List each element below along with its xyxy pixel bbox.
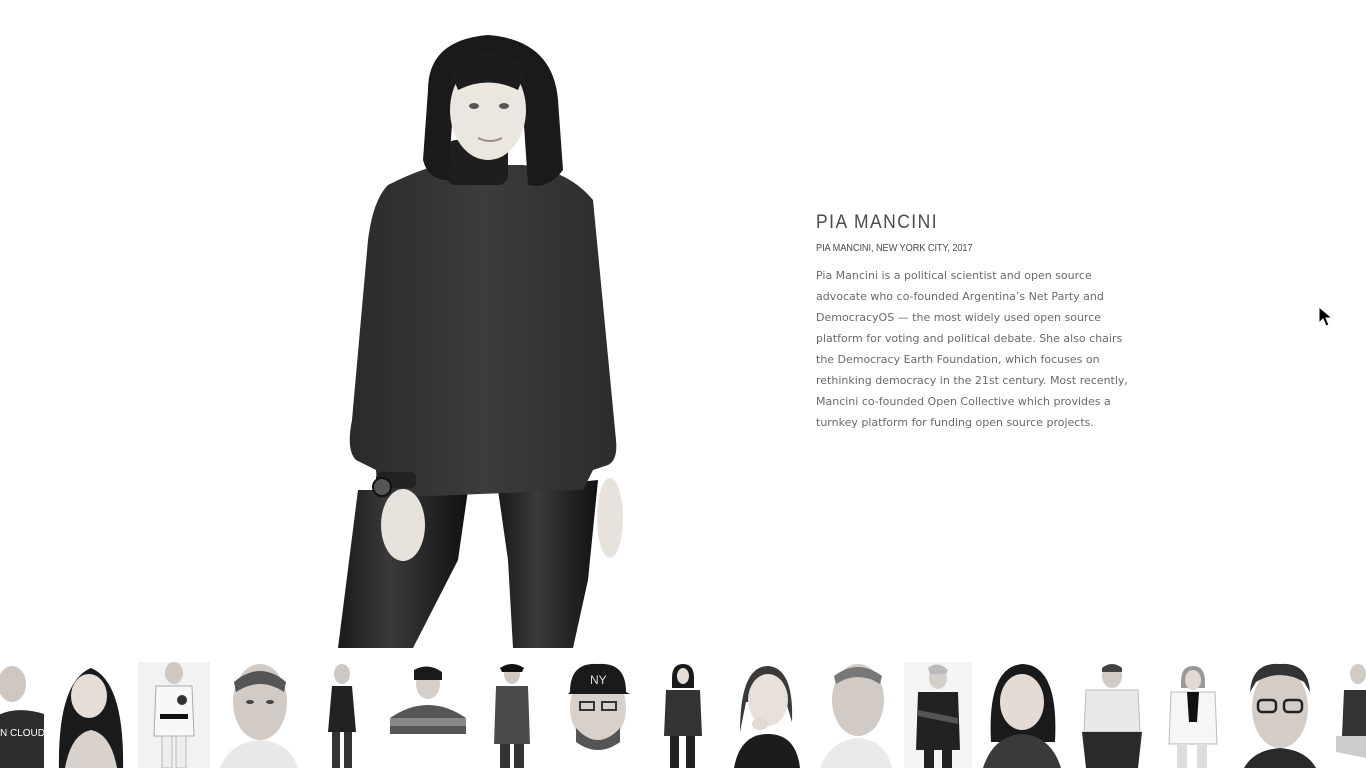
thumbnail-portrait[interactable] [388,662,468,768]
thumbnail-portrait[interactable] [490,662,534,768]
thumbnail-portrait[interactable] [983,662,1061,768]
thumbnail-portrait[interactable] [51,662,129,768]
thumbnail-portrait[interactable] [1165,662,1219,768]
photo-caption: PIA MANCINI, NEW YORK CITY, 2017 [816,242,973,254]
thumbnail-portrait[interactable] [904,662,972,768]
thumbnail-portrait[interactable] [322,662,362,768]
thumbnail-portrait[interactable] [658,662,708,768]
thumbnail-portrait[interactable]: N CLOUD [0,662,44,768]
thumbnail-portrait[interactable] [818,662,894,768]
portrait-image [338,35,623,648]
person-bio: Pia Mancini is a political scientist and… [816,269,1128,429]
thumbnail-shirt-text: N CLOUD [0,728,44,739]
thumbnail-portrait[interactable] [220,662,298,768]
thumbnail-portrait[interactable] [1336,662,1366,768]
thumbnail-portrait[interactable]: NY [560,662,638,768]
mouse-cursor-icon [1318,306,1334,327]
main-portrait [318,20,658,650]
thumbnail-portrait[interactable] [1242,662,1318,768]
profile-info: PIA MANCINI PIA MANCINI, NEW YORK CITY, … [816,212,1136,433]
thumbnail-portrait[interactable] [1078,662,1146,768]
thumbnail-portrait[interactable] [138,662,210,768]
portrait-thumbnail-strip[interactable]: N CLOUD NY [0,662,1366,768]
person-name: PIA MANCINI [816,212,939,233]
svg-text:NY: NY [590,673,607,687]
thumbnail-portrait[interactable] [730,662,802,768]
